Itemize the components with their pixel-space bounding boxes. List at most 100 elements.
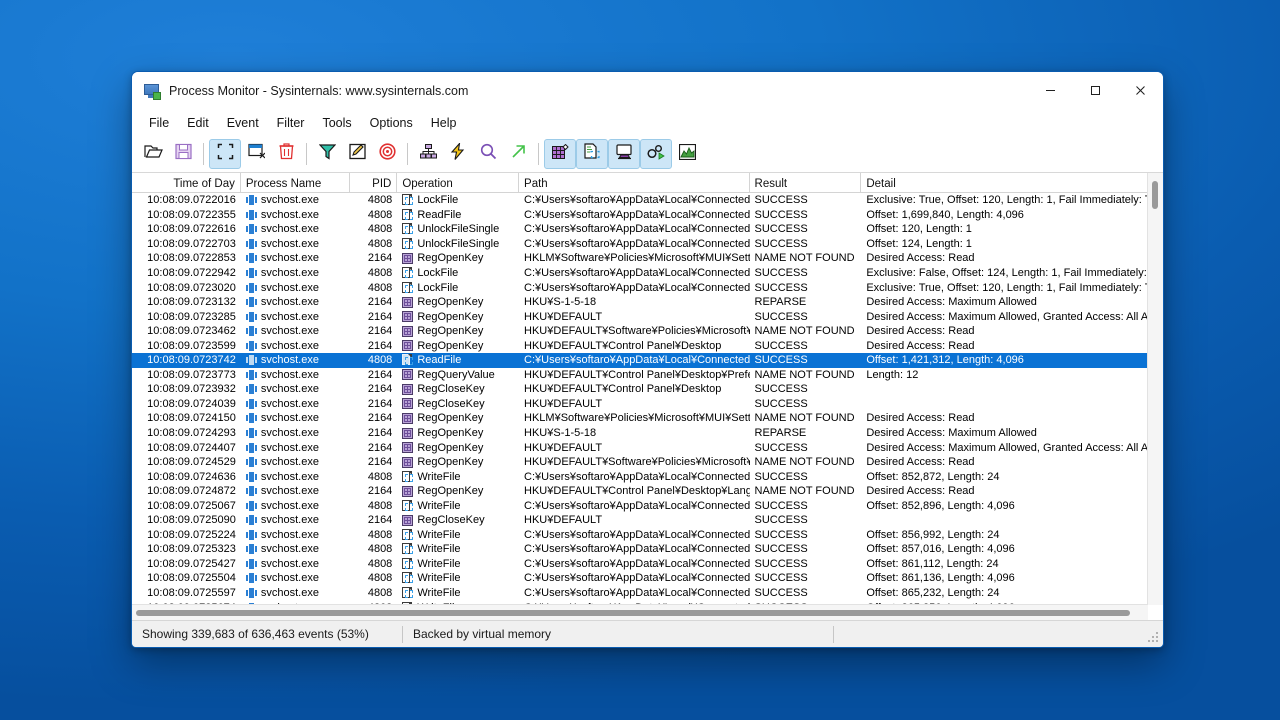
clear-button[interactable]	[271, 140, 301, 168]
cell-result: REPARSE	[754, 296, 807, 309]
cell-pid: 2164	[367, 412, 393, 425]
minimize-button[interactable]	[1028, 72, 1073, 109]
cell-process: svchost.exe	[241, 557, 350, 571]
registry-activity-button[interactable]	[544, 139, 576, 169]
jump-to-button[interactable]	[443, 140, 473, 168]
table-row[interactable]: 10:08:09.0723932 svchost.exe 2164 RegCloseK…	[132, 382, 1163, 397]
include-process-button[interactable]	[372, 140, 402, 168]
table-row[interactable]: 10:08:09.0725597 svchost.exe 4808 WriteFile…	[132, 586, 1163, 601]
cell-detail: Offset: 865,232, Length: 24	[866, 587, 1000, 600]
cell-operation: WriteFile	[397, 528, 519, 542]
cell-process: svchost.exe	[241, 193, 350, 207]
menu-item-event[interactable]: Event	[218, 113, 268, 133]
table-row[interactable]: 10:08:09.0723599 svchost.exe 2164 RegOpenKe…	[132, 338, 1163, 353]
horizontal-scrollbar[interactable]	[132, 604, 1148, 620]
menu-item-filter[interactable]: Filter	[268, 113, 314, 133]
table-row[interactable]: 10:08:09.0724872 svchost.exe 2164 RegOpenKe…	[132, 484, 1163, 499]
table-row[interactable]: 10:08:09.0725323 svchost.exe 4808 WriteFile…	[132, 542, 1163, 557]
table-row[interactable]: 10:08:09.0725224 svchost.exe 4808 WriteFile…	[132, 528, 1163, 543]
process-icon	[245, 558, 257, 569]
save-button[interactable]	[168, 140, 198, 168]
file-activity-button[interactable]	[576, 139, 608, 169]
process-icon	[245, 340, 257, 351]
cell-result: SUCCESS	[754, 397, 808, 410]
column-header-detail[interactable]: Detail	[861, 173, 1163, 192]
table-row[interactable]: 10:08:09.0725067 svchost.exe 4808 WriteFile…	[132, 498, 1163, 513]
process-icon	[245, 500, 257, 511]
column-header-pid[interactable]: PID	[350, 173, 398, 192]
process-activity-button[interactable]	[640, 139, 672, 169]
horizontal-scrollbar-thumb[interactable]	[136, 610, 1130, 616]
table-row[interactable]: 10:08:09.0725504 svchost.exe 4808 WriteFile…	[132, 571, 1163, 586]
capture-button[interactable]	[209, 139, 241, 169]
table-row[interactable]: 10:08:09.0723773 svchost.exe 2164 RegQueryV…	[132, 368, 1163, 383]
cell-pid: 2164	[367, 456, 393, 469]
vertical-scrollbar-thumb[interactable]	[1152, 181, 1158, 209]
table-row[interactable]: 10:08:09.0723462 svchost.exe 2164 RegOpenKe…	[132, 324, 1163, 339]
table-row[interactable]: 10:08:09.0724636 svchost.exe 4808 WriteFile…	[132, 469, 1163, 484]
table-row[interactable]: 10:08:09.0722616 svchost.exe 4808 UnlockFil…	[132, 222, 1163, 237]
column-header-process[interactable]: Process Name	[241, 173, 350, 192]
file-icon	[402, 572, 414, 584]
autoscroll-button[interactable]	[241, 140, 271, 168]
open-icon	[143, 143, 163, 165]
menu-item-options[interactable]: Options	[361, 113, 422, 133]
table-row[interactable]: 10:08:09.0724039 svchost.exe 2164 RegCloseK…	[132, 397, 1163, 412]
cell-result: SUCCESS	[754, 499, 808, 512]
table-row[interactable]: 10:08:09.0725090 svchost.exe 2164 RegCloseK…	[132, 513, 1163, 528]
column-header-operation[interactable]: Operation	[397, 173, 520, 192]
column-header-result[interactable]: Result	[750, 173, 862, 192]
go-to-button[interactable]	[503, 140, 533, 168]
process-icon	[245, 573, 257, 584]
table-row[interactable]: 10:08:09.0722942 svchost.exe 4808 LockFile C…	[132, 266, 1163, 281]
find-button[interactable]	[473, 140, 503, 168]
table-row[interactable]: 10:08:09.0722016 svchost.exe 4808 LockFile C…	[132, 193, 1163, 208]
table-row[interactable]: 10:08:09.0722703 svchost.exe 4808 UnlockFil…	[132, 237, 1163, 252]
cell-process: svchost.exe	[241, 382, 350, 396]
table-row[interactable]: 10:08:09.0723132 svchost.exe 2164 RegOpenKe…	[132, 295, 1163, 310]
table-row[interactable]: 10:08:09.0722853 svchost.exe 2164 RegOpenKe…	[132, 251, 1163, 266]
network-activity-button[interactable]	[608, 139, 640, 169]
save-icon	[174, 143, 192, 165]
cell-path: HKU¥S-1-5-18	[524, 427, 597, 440]
highlight-button[interactable]	[342, 140, 372, 168]
cell-path: C:¥Users¥softaro¥AppData¥Local¥Connected…	[524, 543, 750, 556]
cell-detail: Desired Access: Read	[866, 485, 975, 498]
resize-grip[interactable]	[1148, 632, 1160, 644]
process-monitor-window: Process Monitor - Sysinternals: www.sysi…	[131, 71, 1164, 648]
table-row[interactable]: 10:08:09.0723285 svchost.exe 2164 RegOpenKe…	[132, 309, 1163, 324]
table-row[interactable]: 10:08:09.0724529 svchost.exe 2164 RegOpenKe…	[132, 455, 1163, 470]
cell-operation: RegOpenKey	[397, 324, 519, 338]
vertical-scrollbar[interactable]	[1147, 173, 1163, 605]
cell-pid: 4808	[367, 557, 393, 570]
table-row-selected[interactable]: 10:08:09.0723742 svchost.exe 4808 ReadFile C…	[132, 353, 1163, 368]
table-row[interactable]: 10:08:09.0723020 svchost.exe 4808 LockFile C…	[132, 280, 1163, 295]
cell-operation: RegQueryValue	[397, 368, 519, 382]
registry-icon	[402, 369, 414, 381]
cell-result: NAME NOT FOUND	[754, 325, 855, 338]
open-button[interactable]	[138, 140, 168, 168]
profiling-events-button[interactable]	[672, 140, 702, 168]
registry-icon	[402, 427, 414, 439]
table-row[interactable]: 10:08:09.0724407 svchost.exe 2164 RegOpenKe…	[132, 440, 1163, 455]
table-row[interactable]: 10:08:09.0724150 svchost.exe 2164 RegOpenKe…	[132, 411, 1163, 426]
cell-time: 10:08:09.0724293	[147, 427, 236, 440]
table-row[interactable]: 10:08:09.0725427 svchost.exe 4808 WriteFile…	[132, 557, 1163, 572]
table-row[interactable]: 10:08:09.0724293 svchost.exe 2164 RegOpenKe…	[132, 426, 1163, 441]
filter-button[interactable]	[312, 140, 342, 168]
close-button[interactable]	[1118, 72, 1163, 109]
process-tree-button[interactable]	[413, 140, 443, 168]
cell-time: 10:08:09.0722616	[147, 223, 236, 236]
file-icon	[402, 194, 414, 206]
column-header-path[interactable]: Path	[519, 173, 750, 192]
menu-item-file[interactable]: File	[140, 113, 178, 133]
menu-item-tools[interactable]: Tools	[313, 113, 360, 133]
table-row[interactable]: 10:08:09.0722355 svchost.exe 4808 ReadFile C…	[132, 208, 1163, 223]
toolbar-separator	[203, 143, 204, 165]
menu-item-edit[interactable]: Edit	[178, 113, 218, 133]
column-header-time[interactable]: Time of Day	[132, 173, 241, 192]
menu-item-help[interactable]: Help	[422, 113, 466, 133]
maximize-button[interactable]	[1073, 72, 1118, 109]
cell-pid: 2164	[367, 485, 393, 498]
jump-to-icon	[450, 141, 465, 165]
